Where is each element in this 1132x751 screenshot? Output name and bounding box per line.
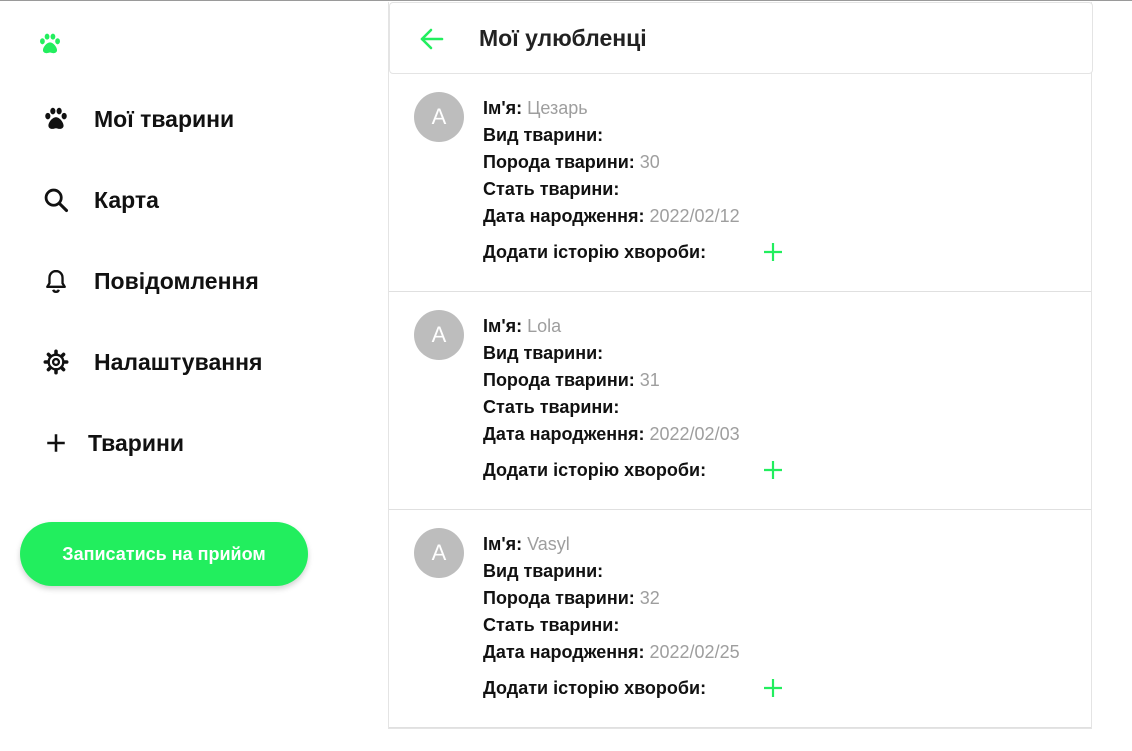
pet-birth-row: Дата народження: 2022/02/25 (483, 639, 740, 666)
sidebar-item-label: Тварини (88, 429, 185, 456)
plus-icon (40, 427, 72, 459)
sidebar-item-label: Повідомлення (94, 267, 259, 294)
pet-birth-row: Дата народження: 2022/02/03 (483, 421, 740, 448)
sidebar-item-notifications[interactable]: Повідомлення (40, 263, 259, 299)
add-history-label: Додати історію хвороби: (483, 677, 707, 698)
sidebar-item-map[interactable]: Карта (40, 182, 159, 218)
field-label: Вид тварини: (483, 343, 604, 363)
pet-birth-date: 2022/02/12 (649, 206, 740, 226)
field-label: Порода тварини: (483, 588, 635, 608)
pet-species-row: Вид тварини: (483, 122, 740, 149)
field-label: Вид тварини: (483, 125, 604, 145)
field-label: Порода тварини: (483, 152, 635, 172)
avatar: A (414, 92, 464, 142)
field-label: Стать тварини: (483, 179, 620, 199)
pet-breed-row: Порода тварини: 32 (483, 585, 740, 612)
field-label: Порода тварини: (483, 370, 635, 390)
field-label: Дата народження: (483, 424, 645, 444)
pet-breed-row: Порода тварини: 30 (483, 149, 740, 176)
book-appointment-button[interactable]: Записатись на прийом (20, 522, 308, 586)
search-icon (40, 184, 72, 216)
sidebar-item-label: Налаштування (94, 348, 263, 375)
pet-breed: 31 (639, 370, 660, 390)
add-history-label: Додати історію хвороби: (483, 459, 707, 480)
pet-sex-row: Стать тварини: (483, 612, 740, 639)
field-label: Стать тварини: (483, 615, 620, 635)
sidebar-item-label: Карта (94, 186, 159, 213)
pet-sex-row: Стать тварини: (483, 176, 740, 203)
pet-name-row: Ім'я: Vasyl (483, 531, 740, 558)
arrow-left-icon[interactable] (418, 27, 446, 51)
sidebar-item-my-pets[interactable]: Мої тварини (40, 101, 234, 137)
pet-name-row: Ім'я: Lola (483, 313, 740, 340)
pet-card: A Ім'я: Vasyl Вид тварини: Порода тварини… (389, 510, 1091, 728)
pet-birth-date: 2022/02/03 (649, 424, 740, 444)
field-label: Дата народження: (483, 642, 645, 662)
gear-icon (40, 346, 72, 378)
pets-panel: Мої улюбленці A Ім'я: Цезарь Вид тварини:… (388, 2, 1093, 729)
pet-card: A Ім'я: Цезарь Вид тварини: Порода тварин… (389, 74, 1091, 292)
pet-species-row: Вид тварини: (483, 558, 740, 585)
add-history-plus-icon[interactable] (763, 242, 783, 262)
pet-breed: 32 (639, 588, 660, 608)
page-title: Мої улюбленці (479, 25, 647, 51)
sidebar-item-label: Мої тварини (94, 105, 235, 132)
add-history-row: Додати історію хвороби: (483, 674, 782, 702)
pet-species-row: Вид тварини: (483, 340, 740, 367)
pet-name: Цезарь (527, 98, 588, 118)
pet-name: Vasyl (527, 534, 570, 554)
panel-header: Мої улюбленці (389, 2, 1093, 74)
pet-birth-date: 2022/02/25 (649, 642, 740, 662)
field-label: Вид тварини: (483, 561, 604, 581)
top-border (0, 0, 1132, 1)
pet-name-row: Ім'я: Цезарь (483, 95, 740, 122)
avatar: A (414, 310, 464, 360)
paw-icon[interactable] (37, 31, 63, 57)
add-history-row: Додати історію хвороби: (483, 238, 782, 266)
field-label: Стать тварини: (483, 397, 620, 417)
pet-birth-row: Дата народження: 2022/02/12 (483, 203, 740, 230)
avatar: A (414, 528, 464, 578)
add-history-plus-icon[interactable] (763, 460, 783, 480)
pet-breed-row: Порода тварини: 31 (483, 367, 740, 394)
add-history-label: Додати історію хвороби: (483, 241, 707, 262)
pet-list: A Ім'я: Цезарь Вид тварини: Порода тварин… (389, 74, 1093, 728)
field-label: Ім'я: (483, 316, 523, 336)
paw-icon (40, 103, 72, 135)
add-history-row: Додати історію хвороби: (483, 456, 782, 484)
pet-sex-row: Стать тварини: (483, 394, 740, 421)
bell-icon (40, 265, 72, 297)
pet-breed: 30 (639, 152, 660, 172)
sidebar-item-pets[interactable]: Тварини (40, 425, 184, 461)
field-label: Ім'я: (483, 534, 523, 554)
field-label: Ім'я: (483, 98, 523, 118)
sidebar-item-settings[interactable]: Налаштування (40, 344, 262, 380)
add-history-plus-icon[interactable] (763, 678, 783, 698)
pet-card: A Ім'я: Lola Вид тварини: Порода тварини:… (389, 292, 1091, 510)
pet-name: Lola (527, 316, 562, 336)
field-label: Дата народження: (483, 206, 645, 226)
